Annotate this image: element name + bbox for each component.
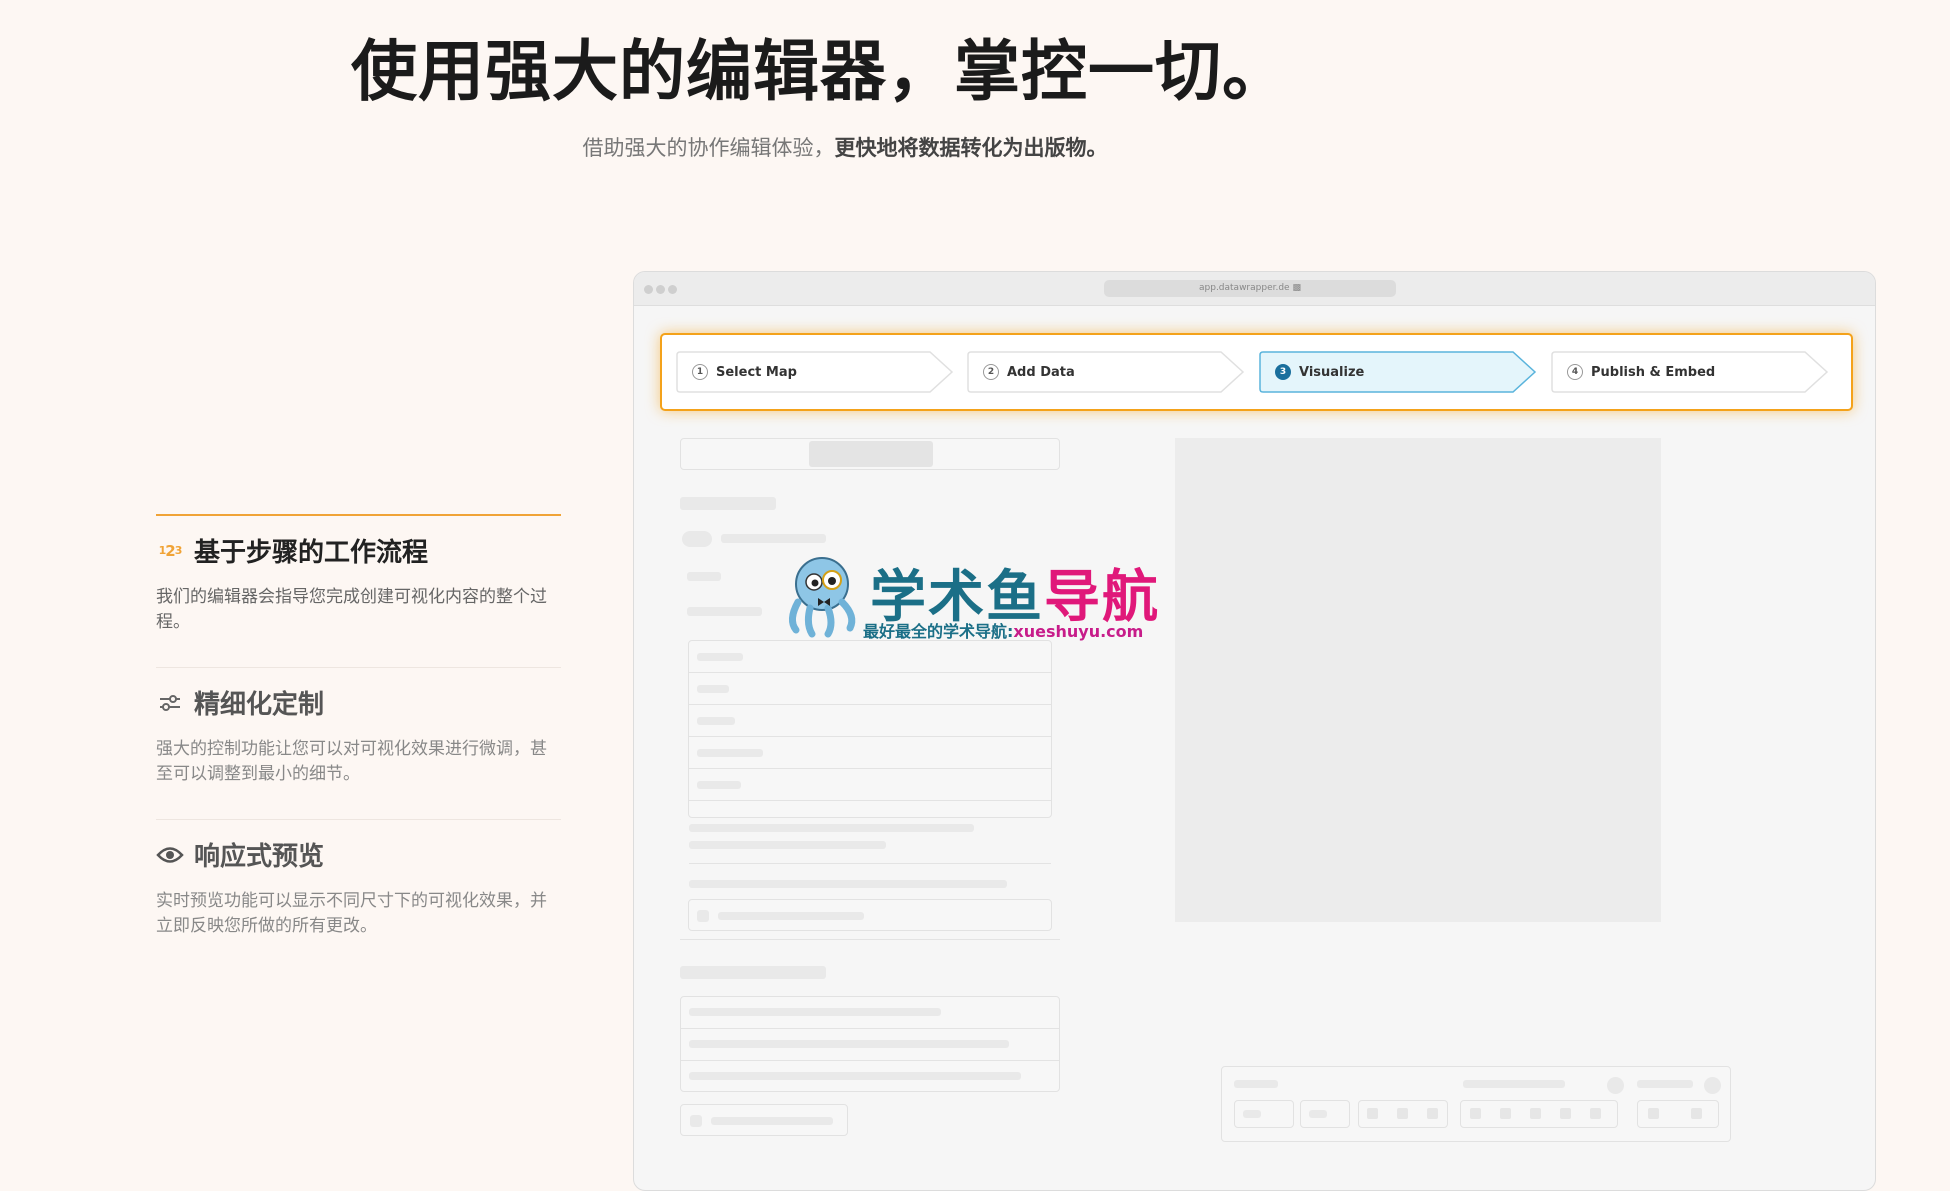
feature-step-workflow[interactable]: 123 基于步骤的工作流程 我们的编辑器会指导您完成创建可视化内容的整个过程。: [156, 514, 561, 667]
feature-title: 基于步骤的工作流程: [194, 538, 429, 568]
placeholder-checkbox: [697, 910, 709, 922]
feature-list: 123 基于步骤的工作流程 我们的编辑器会指导您完成创建可视化内容的整个过程。 …: [156, 514, 561, 971]
placeholder-text: [718, 912, 864, 920]
placeholder-text: [689, 841, 886, 849]
placeholder-help-icon: [1704, 1077, 1721, 1094]
step-visualize[interactable]: 3 Visualize: [1259, 351, 1537, 393]
address-bar[interactable]: app.datawrapper.de ▩: [1104, 280, 1396, 297]
placeholder-divider: [681, 1028, 1059, 1029]
step-label: Publish & Embed: [1591, 364, 1716, 380]
steps-123-icon: 123: [158, 541, 183, 560]
placeholder-icon: [1427, 1108, 1438, 1119]
placeholder-text: [697, 653, 743, 661]
page-headline: 使用强大的编辑器，掌控一切。: [351, 33, 1289, 110]
feature-title: 响应式预览: [194, 842, 325, 872]
placeholder-text: [697, 781, 741, 789]
step-number: 4: [1567, 364, 1583, 380]
placeholder-divider: [689, 800, 1051, 801]
placeholder-icon: [1367, 1108, 1378, 1119]
window-dot-icon: [668, 285, 677, 294]
eye-icon: [156, 841, 184, 869]
placeholder-heading: [680, 497, 776, 510]
placeholder-text: [689, 1008, 941, 1016]
subtitle-bold: 更快地将数据转化为出版物。: [834, 136, 1108, 160]
placeholder-list: [688, 640, 1052, 818]
placeholder-checkbox: [690, 1115, 702, 1127]
placeholder-text: [1309, 1110, 1327, 1118]
chart-preview-area: [1175, 438, 1661, 922]
placeholder-icon: [1530, 1108, 1541, 1119]
placeholder-divider: [689, 672, 1051, 673]
placeholder-text: [1637, 1080, 1693, 1088]
placeholder-text: [1463, 1080, 1565, 1088]
feature-description: 实时预览功能可以显示不同尺寸下的可视化效果，并立即反映您所做的所有更改。: [156, 891, 547, 936]
placeholder-text: [697, 717, 735, 725]
placeholder-icon: [1590, 1108, 1601, 1119]
window-dot-icon: [644, 285, 653, 294]
placeholder-divider: [681, 1060, 1059, 1061]
placeholder-heading: [680, 966, 826, 979]
address-url: app.datawrapper.de: [1199, 283, 1290, 293]
step-number: 3: [1275, 364, 1291, 380]
watermark: 学术鱼导航 最好最全的学术导航:xueshuyu.com: [780, 550, 1180, 642]
editor-step-navigation: 1 Select Map 2 Add Data 3 Visualize 4 Publis…: [660, 333, 1853, 411]
step-label: Select Map: [716, 364, 797, 380]
step-add-data[interactable]: 2 Add Data: [967, 351, 1245, 393]
step-number: 1: [692, 364, 708, 380]
placeholder-help-icon: [1607, 1077, 1624, 1094]
placeholder-divider: [680, 939, 1060, 940]
feature-description: 强大的控制功能让您可以对可视化效果进行微调，甚至可以调整到最小的细节。: [156, 739, 547, 784]
placeholder-divider: [689, 863, 1051, 864]
placeholder-divider: [689, 736, 1051, 737]
step-label: Visualize: [1299, 364, 1365, 380]
placeholder-text: [1234, 1080, 1278, 1088]
browser-titlebar: app.datawrapper.de ▩: [634, 272, 1875, 306]
placeholder-text: [1243, 1110, 1261, 1118]
placeholder-text: [711, 1117, 833, 1125]
placeholder-text: [721, 534, 826, 543]
window-dot-icon: [656, 285, 665, 294]
feature-customization[interactable]: 精细化定制 强大的控制功能让您可以对可视化效果进行微调，甚至可以调整到最小的细节…: [156, 667, 561, 819]
feature-title: 精细化定制: [194, 690, 325, 720]
page-subtitle: 借助强大的协作编辑体验，更快地将数据转化为出版物。: [0, 132, 1690, 162]
feature-responsive-preview[interactable]: 响应式预览 实时预览功能可以显示不同尺寸下的可视化效果，并立即反映您所做的所有更…: [156, 819, 561, 971]
step-label: Add Data: [1007, 364, 1075, 380]
placeholder-icon: [1500, 1108, 1511, 1119]
step-number: 2: [983, 364, 999, 380]
step-publish-embed[interactable]: 4 Publish & Embed: [1551, 351, 1829, 393]
placeholder-toggle: [682, 531, 712, 547]
placeholder-text: [687, 607, 762, 616]
placeholder-icon: [1648, 1108, 1659, 1119]
placeholder-icon: [1691, 1108, 1702, 1119]
placeholder-icon: [1470, 1108, 1481, 1119]
browser-window: app.datawrapper.de ▩ 1 Select Map 2 Add Da…: [633, 271, 1876, 1191]
placeholder-icon: [1560, 1108, 1571, 1119]
placeholder-icon: [1397, 1108, 1408, 1119]
sliders-icon: [156, 689, 184, 717]
placeholder-text: [689, 1072, 1021, 1080]
placeholder-divider: [689, 768, 1051, 769]
placeholder-text: [689, 824, 974, 832]
placeholder-text: [687, 572, 721, 581]
placeholder-text: [689, 880, 1007, 888]
placeholder-text: [697, 749, 763, 757]
feature-description: 我们的编辑器会指导您完成创建可视化内容的整个过程。: [156, 587, 547, 632]
placeholder-divider: [689, 704, 1051, 705]
placeholder-active-tab: [809, 441, 933, 467]
placeholder-text: [689, 1040, 1009, 1048]
step-select-map[interactable]: 1 Select Map: [676, 351, 954, 393]
octopus-mascot-icon: [789, 557, 856, 638]
lock-icon: ▩: [1292, 283, 1301, 293]
placeholder-text: [697, 685, 729, 693]
subtitle-plain: 借助强大的协作编辑体验，: [582, 136, 835, 160]
watermark-subtitle: 最好最全的学术导航:xueshuyu.com: [863, 622, 1144, 641]
